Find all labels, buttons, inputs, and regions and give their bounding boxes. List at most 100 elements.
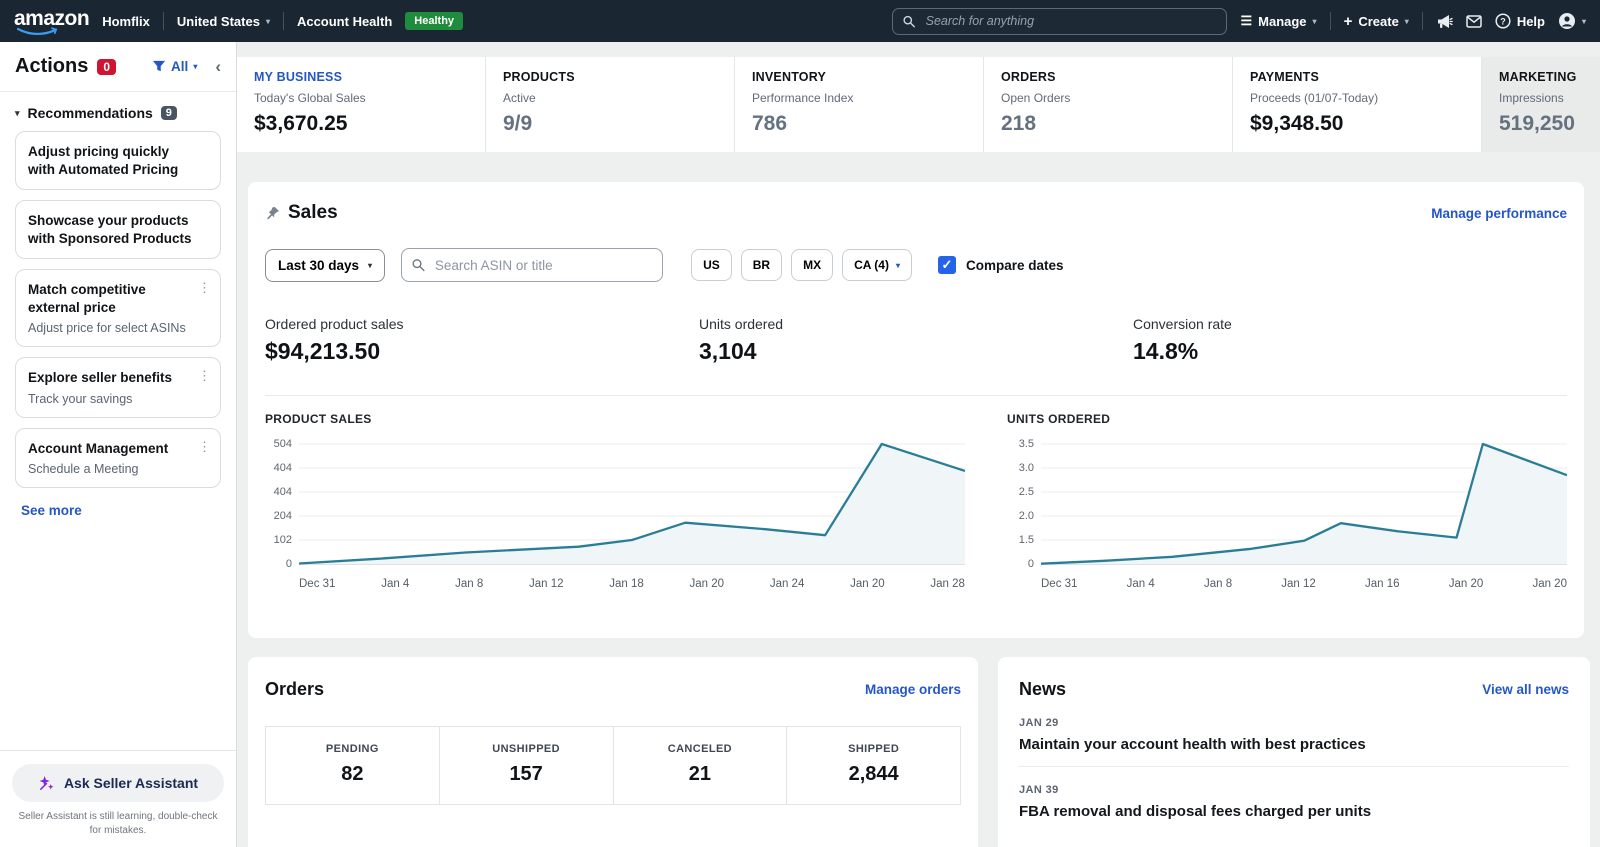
marketplace-filter-button[interactable]: BR [741, 249, 782, 281]
compare-dates-control[interactable]: ✓ Compare dates [938, 256, 1064, 274]
global-search[interactable] [892, 8, 1227, 35]
ask-seller-assistant-button[interactable]: Ask Seller Assistant [12, 764, 224, 802]
recommendation-card[interactable]: Account Management Schedule a Meeting ⋮ [15, 428, 221, 489]
order-stat-value: 157 [440, 763, 613, 786]
search-icon [903, 15, 915, 28]
news-item[interactable]: JAN 39 FBA removal and disposal fees cha… [1019, 784, 1569, 833]
plus-icon: + [1344, 13, 1353, 30]
manage-menu[interactable]: ☰ Manage ▾ [1240, 13, 1316, 29]
order-stat[interactable]: CANCELED 21 [613, 727, 787, 804]
marketplace-filter-button[interactable]: MX [791, 249, 833, 281]
recommendation-cards: Adjust pricing quickly with Automated Pr… [15, 131, 221, 488]
x-axis-label: Jan 8 [455, 578, 483, 590]
kpi-card[interactable]: MARKETING Impressions 519,250 [1481, 57, 1600, 152]
x-axis-label: Dec 31 [299, 578, 335, 590]
kpi-value: 9/9 [503, 112, 717, 136]
manage-orders-link[interactable]: Manage orders [865, 682, 961, 697]
y-axis-tick: 3.0 [1019, 462, 1034, 474]
nav-divider [1330, 12, 1331, 30]
order-stat-value: 2,844 [787, 763, 960, 786]
recommendations-count-badge: 9 [161, 106, 177, 120]
megaphone-icon [1436, 14, 1453, 29]
pin-icon[interactable] [265, 206, 280, 221]
asin-search-input[interactable] [433, 257, 652, 274]
messages-button[interactable] [1466, 15, 1482, 28]
create-menu[interactable]: + Create ▾ [1344, 13, 1409, 30]
metric-value: 14.8% [1133, 338, 1567, 365]
x-axis: Dec 31Jan 4Jan 8Jan 12Jan 18Jan 20Jan 24… [265, 578, 965, 590]
kpi-card[interactable]: MY BUSINESS Today's Global Sales $3,670.… [237, 57, 485, 152]
recommendation-title: Account Management [28, 440, 208, 458]
marketplace-filter-button[interactable]: US [691, 249, 732, 281]
sales-controls: Last 30 days ▾ US BR MX CA (4) ▾ ✓ [265, 248, 1567, 282]
store-name[interactable]: Homflix [102, 14, 150, 29]
x-axis-label: Jan 18 [609, 578, 644, 590]
chevron-down-icon: ▾ [896, 261, 900, 270]
recommendations-toggle[interactable]: ▾ Recommendations 9 [15, 105, 221, 121]
account-menu[interactable]: ▾ [1558, 12, 1586, 30]
order-stat-label: UNSHIPPED [440, 743, 613, 755]
filter-icon [152, 60, 166, 73]
news-headline: Maintain your account health with best p… [1019, 736, 1569, 753]
top-nav: amazon Homflix United States ▾ Account H… [0, 0, 1600, 42]
kpi-category: INVENTORY [752, 70, 966, 84]
recommendation-card[interactable]: Match competitive external price Adjust … [15, 269, 221, 347]
help-link[interactable]: ? Help [1495, 13, 1545, 29]
manage-performance-link[interactable]: Manage performance [1431, 206, 1567, 221]
sales-metrics: Ordered product sales $94,213.50 Units o… [265, 316, 1567, 365]
amazon-logo[interactable]: amazon [14, 7, 89, 36]
kpi-card[interactable]: INVENTORY Performance Index 786 [734, 57, 983, 152]
health-status-badge[interactable]: Healthy [405, 12, 463, 30]
recommendation-card[interactable]: Explore seller benefits Track your savin… [15, 357, 221, 418]
chevron-down-icon: ▾ [193, 62, 197, 71]
view-all-news-link[interactable]: View all news [1482, 682, 1569, 697]
y-axis-tick: 1.5 [1019, 534, 1034, 546]
metric-label: Conversion rate [1133, 316, 1567, 332]
sales-metric: Ordered product sales $94,213.50 [265, 316, 699, 365]
chevron-down-icon: ▾ [266, 17, 270, 26]
account-icon [1558, 12, 1576, 30]
nav-divider [1422, 12, 1423, 30]
kpi-card[interactable]: PRODUCTS Active 9/9 [485, 57, 734, 152]
y-axis-tick: 102 [274, 534, 292, 546]
filter-all-dropdown[interactable]: All ▾ [152, 59, 197, 74]
kpi-card[interactable]: ORDERS Open Orders 218 [983, 57, 1232, 152]
news-title: News [1019, 679, 1066, 700]
sales-panel: Sales Manage performance Last 30 days ▾ … [248, 182, 1584, 638]
announcements-button[interactable] [1436, 14, 1453, 29]
y-axis-tick: 2.5 [1019, 486, 1034, 498]
recommendation-card[interactable]: Showcase your products with Sponsored Pr… [15, 200, 221, 259]
collapse-sidebar-button[interactable]: ‹ [215, 57, 221, 77]
kebab-menu-icon[interactable]: ⋮ [198, 439, 211, 455]
y-axis-tick: 0 [286, 558, 292, 570]
assistant-area: Ask Seller Assistant Seller Assistant is… [0, 750, 236, 847]
y-axis: 3.53.02.52.01.50 [1007, 438, 1041, 570]
chevron-down-icon: ▾ [15, 108, 20, 119]
see-more-link[interactable]: See more [21, 503, 82, 518]
order-stat[interactable]: SHIPPED 2,844 [786, 727, 960, 804]
x-axis-label: Jan 12 [529, 578, 564, 590]
recommendation-card[interactable]: Adjust pricing quickly with Automated Pr… [15, 131, 221, 190]
global-search-input[interactable] [924, 13, 1217, 29]
date-range-dropdown[interactable]: Last 30 days ▾ [265, 249, 385, 282]
news-item[interactable]: JAN 29 Maintain your account health with… [1019, 717, 1569, 767]
nav-divider [163, 12, 164, 30]
question-icon: ? [1495, 13, 1511, 29]
order-stat[interactable]: PENDING 82 [266, 727, 439, 804]
y-axis-tick: 404 [274, 462, 292, 474]
kpi-sublabel: Today's Global Sales [254, 91, 468, 105]
account-health-link[interactable]: Account Health [297, 14, 392, 29]
kebab-menu-icon[interactable]: ⋮ [198, 280, 211, 296]
chart-title: UNITS ORDERED [1007, 412, 1567, 426]
marketplace-switcher[interactable]: United States ▾ [177, 14, 270, 29]
x-axis-label: Jan 20 [1532, 578, 1567, 590]
order-stat[interactable]: UNSHIPPED 157 [439, 727, 613, 804]
marketplace-filter-button[interactable]: CA (4) ▾ [842, 249, 912, 281]
asin-search[interactable] [401, 248, 663, 282]
svg-text:?: ? [1500, 16, 1506, 26]
kpi-value: $9,348.50 [1250, 112, 1464, 136]
kebab-menu-icon[interactable]: ⋮ [198, 368, 211, 384]
kpi-value: 218 [1001, 112, 1215, 136]
kpi-card[interactable]: PAYMENTS Proceeds (01/07-Today) $9,348.5… [1232, 57, 1481, 152]
compare-dates-checkbox[interactable]: ✓ [938, 256, 956, 274]
